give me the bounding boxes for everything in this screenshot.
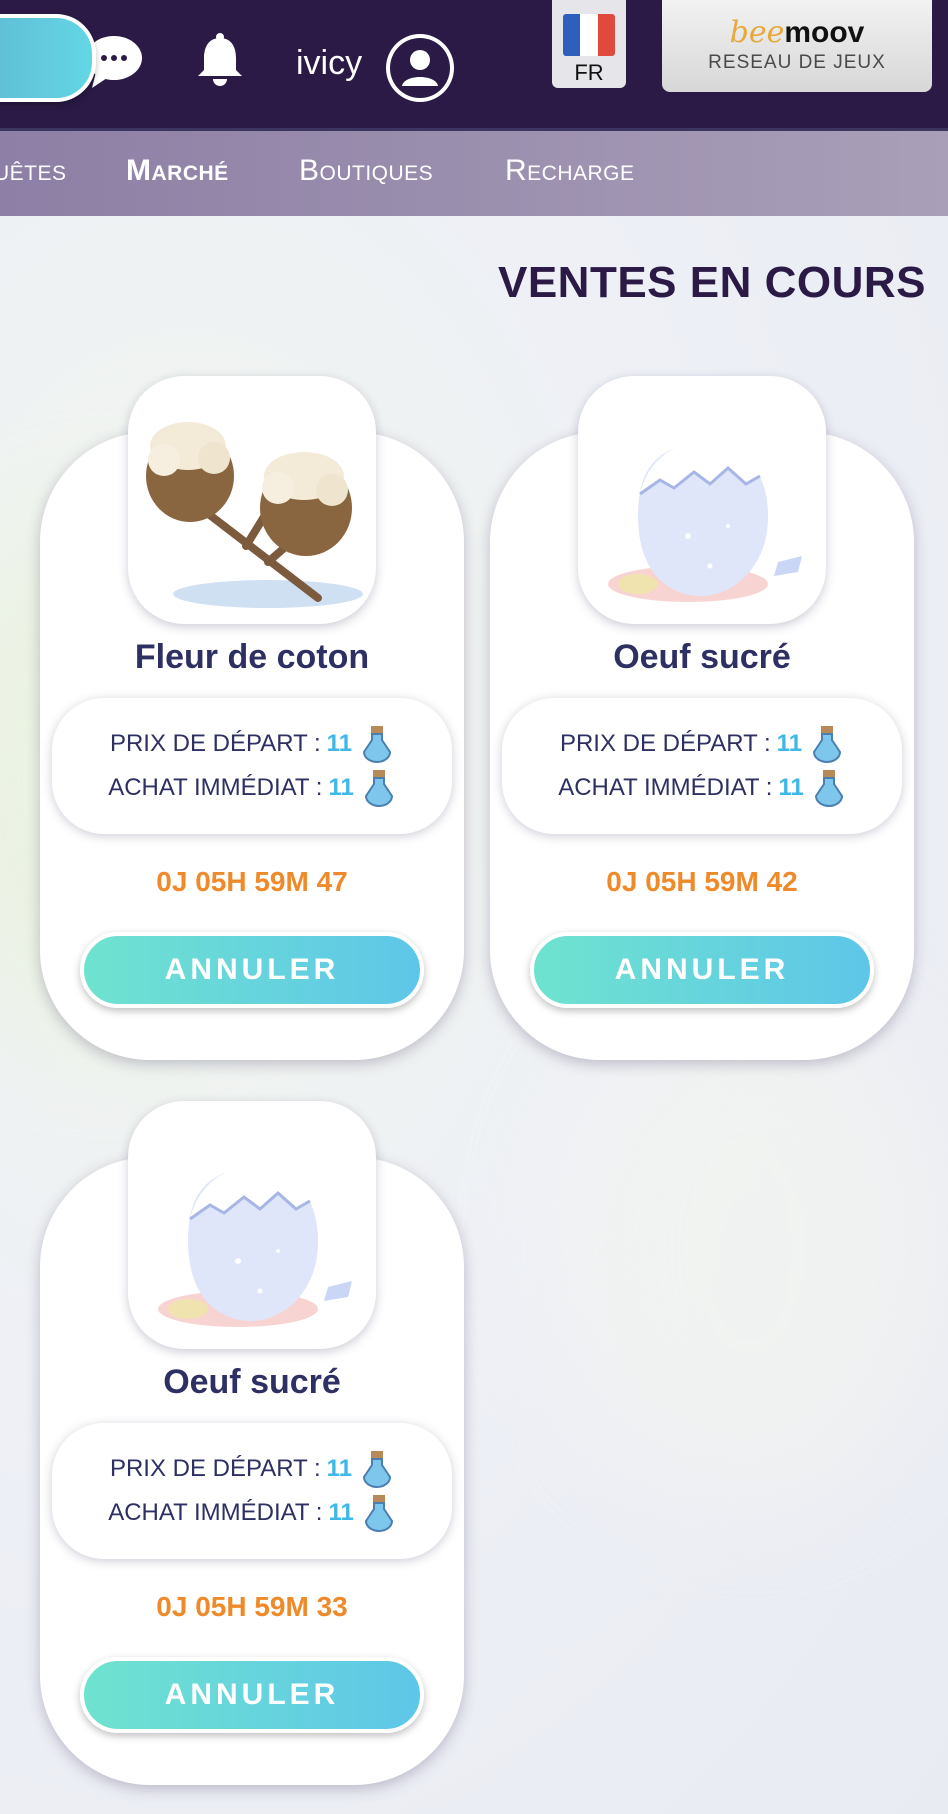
nav-item-boutiques[interactable]: Boutiques [299, 154, 433, 188]
timer: 0J 05H 59M 33 [156, 1591, 348, 1622]
username[interactable]: ivicy [296, 44, 362, 83]
price-box: PRIX DE DÉPART : 11 ACHAT IMMÉDIAT : 11 [52, 698, 452, 834]
item-name: Fleur de coton [134, 638, 370, 676]
page-title: VENTES EN COURS [497, 258, 926, 307]
start-price-value: 11 [326, 1455, 353, 1482]
timer: 0J 05H 59M 42 [606, 866, 798, 897]
buy-now-price-line: ACHAT IMMÉDIAT : 11 [52, 1493, 452, 1533]
cancel-button[interactable]: ANNULER [530, 932, 874, 1008]
start-price-value: 11 [326, 730, 353, 757]
item-name: Oeuf sucré [613, 638, 791, 676]
cotton-flower-icon [128, 376, 376, 624]
user-avatar-icon[interactable] [386, 34, 454, 102]
start-price-label: PRIX DE DÉPART : [109, 730, 321, 757]
start-price-label: PRIX DE DÉPART : [559, 730, 771, 757]
potion-icon [363, 726, 392, 763]
buy-now-label: ACHAT IMMÉDIAT : [108, 774, 323, 801]
listing-card: Oeuf sucré PRIX DE DÉPART : 11 ACHAT IMM… [40, 1101, 464, 1785]
partner-subtitle: RESEAU DE JEUX [708, 52, 886, 73]
buy-now-value: 11 [328, 774, 354, 801]
buy-now-price-line: ACHAT IMMÉDIAT : 11 [52, 768, 452, 808]
start-price-line: PRIX DE DÉPART : 11 [52, 724, 452, 764]
cancel-button[interactable]: ANNULER [80, 932, 424, 1008]
listing-card: Oeuf sucré PRIX DE DÉPART : 11 ACHAT IMM… [490, 376, 914, 1060]
potion-icon [364, 770, 393, 807]
partner-logo[interactable]: beemoov RESEAU DE JEUX [662, 0, 932, 92]
item-name: Oeuf sucré [163, 1363, 341, 1401]
timer: 0J 05H 59M 47 [156, 866, 348, 897]
buy-now-price-line: ACHAT IMMÉDIAT : 11 [502, 768, 902, 808]
partner-brand-script: bee [729, 15, 785, 50]
buy-now-value: 11 [328, 1499, 354, 1526]
potion-icon [363, 1451, 392, 1488]
france-flag-icon [563, 14, 615, 56]
listing-card: Fleur de coton PRIX DE DÉPART : 11 ACHAT… [40, 376, 464, 1060]
nav-item-marche[interactable]: Marché [126, 154, 229, 188]
partner-brand-bold: moov [784, 16, 865, 49]
price-box: PRIX DE DÉPART : 11 ACHAT IMMÉDIAT : 11 [502, 698, 902, 834]
potion-icon [814, 770, 843, 807]
potion-icon [364, 1495, 393, 1532]
start-price-value: 11 [776, 730, 803, 757]
bell-icon[interactable] [196, 32, 244, 88]
buy-now-value: 11 [778, 774, 804, 801]
nav-item-quetes[interactable]: uêtes [0, 154, 67, 188]
sugar-egg-icon [578, 376, 826, 624]
start-price-line: PRIX DE DÉPART : 11 [52, 1449, 452, 1489]
buy-now-label: ACHAT IMMÉDIAT : [108, 1499, 323, 1526]
cancel-button[interactable]: ANNULER [80, 1657, 424, 1733]
start-price-label: PRIX DE DÉPART : [109, 1455, 321, 1482]
language-label: FR [574, 60, 604, 85]
buy-now-label: ACHAT IMMÉDIAT : [558, 774, 773, 801]
partner-brand: beemoov [730, 18, 865, 48]
nav-item-recharge[interactable]: Recharge [505, 154, 635, 188]
top-bar: ivicy FR beemoov RESEAU DE JEUX [0, 0, 948, 131]
sugar-egg-icon [128, 1101, 376, 1349]
potion-icon [813, 726, 842, 763]
start-price-line: PRIX DE DÉPART : 11 [502, 724, 902, 764]
nav-active-pill[interactable] [0, 14, 96, 102]
price-box: PRIX DE DÉPART : 11 ACHAT IMMÉDIAT : 11 [52, 1423, 452, 1559]
language-selector[interactable]: FR [552, 0, 626, 88]
